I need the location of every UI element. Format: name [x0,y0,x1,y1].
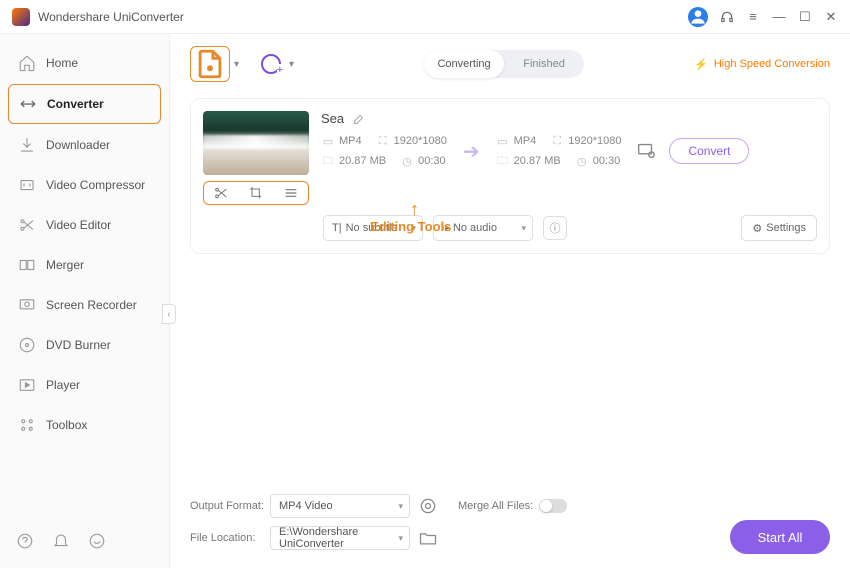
file-location-label: File Location: [190,532,270,544]
sidebar-item-recorder[interactable]: Screen Recorder [8,286,161,324]
text-icon: T| [332,222,342,234]
sidebar-label: Merger [46,258,84,272]
merge-toggle[interactable] [539,499,567,513]
output-format-label: Output Format: [190,500,270,512]
app-logo [12,8,30,26]
sidebar-label: Screen Recorder [46,298,137,312]
sidebar-item-converter[interactable]: Converter [8,84,161,124]
toolbar: ▾ ▾ Converting Finished ⚡ High Speed Con… [190,44,830,84]
annotation-label: Editing Tools [370,219,451,234]
sidebar-item-editor[interactable]: Video Editor [8,206,161,244]
help-icon[interactable] [16,532,34,550]
user-icon[interactable] [688,7,708,27]
tab-finished[interactable]: Finished [504,50,584,78]
bolt-icon: ⚡ [694,58,708,71]
collapse-sidebar-button[interactable]: ‹ [162,304,176,324]
record-icon [18,296,36,314]
titlebar: Wondershare UniConverter ≡ — ☐ ✕ [0,0,850,34]
content: ‹ ▾ ▾ Converting Finished ⚡ High Speed C… [170,34,850,568]
chevron-down-icon[interactable]: ▾ [234,59,239,70]
clock-icon: ◷ [575,154,589,168]
start-all-button[interactable]: Start All [730,520,830,554]
editing-tools-bar [203,181,309,205]
clock-icon: ◷ [400,154,414,168]
feedback-icon[interactable] [88,532,106,550]
sidebar-item-compressor[interactable]: Video Compressor [8,166,161,204]
crop-icon[interactable] [248,185,264,201]
scissors-icon [18,216,36,234]
trim-icon[interactable] [213,185,229,201]
sidebar-item-merger[interactable]: Merger [8,246,161,284]
video-thumbnail[interactable] [203,111,309,175]
converter-icon [19,95,37,113]
format-preview-icon[interactable] [418,496,438,516]
sidebar-label: Player [46,378,80,392]
sidebar-label: Toolbox [46,418,87,432]
bottom-bar: Output Format: MP4 Video▾ Merge All File… [190,494,830,558]
convert-button[interactable]: Convert [669,138,749,164]
video-icon: ▭ [496,134,510,148]
file-card: Sea ▭MP4 ⛶1920*1080 🗀20.87 MB ◷00:30 [190,98,830,254]
open-folder-icon[interactable] [418,528,438,548]
sidebar-item-toolbox[interactable]: Toolbox [8,406,161,444]
sidebar-item-player[interactable]: Player [8,366,161,404]
merge-label: Merge All Files: [458,500,533,512]
high-speed-link[interactable]: ⚡ High Speed Conversion [694,58,830,71]
sidebar-item-home[interactable]: Home [8,44,161,82]
app-title: Wondershare UniConverter [38,10,688,24]
resolution-icon: ⛶ [376,134,390,148]
bell-icon[interactable] [52,532,70,550]
arrow-icon: ➔ [463,139,480,164]
sidebar-item-downloader[interactable]: Downloader [8,126,161,164]
menu-icon[interactable]: ≡ [746,10,760,24]
resolution-icon: ⛶ [550,134,564,148]
tab-converting[interactable]: Converting [424,50,504,78]
sidebar: Home Converter Downloader Video Compress… [0,34,170,568]
add-dvd-button[interactable] [257,50,285,78]
download-icon [18,136,36,154]
size-icon: 🗀 [321,154,335,168]
sidebar-item-dvd[interactable]: DVD Burner [8,326,161,364]
dvd-icon [18,336,36,354]
close-button[interactable]: ✕ [824,10,838,24]
headset-icon[interactable] [720,10,734,24]
file-name: Sea [321,111,344,126]
tab-switcher: Converting Finished [424,50,584,78]
effect-icon[interactable] [283,185,299,201]
rename-icon[interactable] [352,112,366,126]
sidebar-label: DVD Burner [46,338,111,352]
output-settings-icon[interactable] [635,140,657,162]
sidebar-label: Video Editor [46,218,111,232]
info-icon[interactable]: ⓘ [543,216,567,240]
speed-label: High Speed Conversion [714,58,830,70]
merge-icon [18,256,36,274]
video-icon: ▭ [321,134,335,148]
chevron-down-icon[interactable]: ▾ [289,59,294,70]
maximize-button[interactable]: ☐ [798,10,812,24]
add-file-button[interactable] [190,46,230,82]
sidebar-label: Video Compressor [46,178,145,192]
home-icon [18,54,36,72]
minimize-button[interactable]: — [772,10,786,24]
play-icon [18,376,36,394]
sidebar-label: Converter [47,97,104,111]
settings-button[interactable]: ⚙ Settings [741,215,817,241]
compress-icon [18,176,36,194]
sidebar-label: Downloader [46,138,110,152]
output-format-dropdown[interactable]: MP4 Video▾ [270,494,410,518]
sidebar-label: Home [46,56,78,70]
toolbox-icon [18,416,36,434]
size-icon: 🗀 [496,154,510,168]
gear-icon: ⚙ [752,222,762,235]
annotation-arrow: ↑ [410,199,419,220]
file-location-dropdown[interactable]: E:\Wondershare UniConverter▾ [270,526,410,550]
